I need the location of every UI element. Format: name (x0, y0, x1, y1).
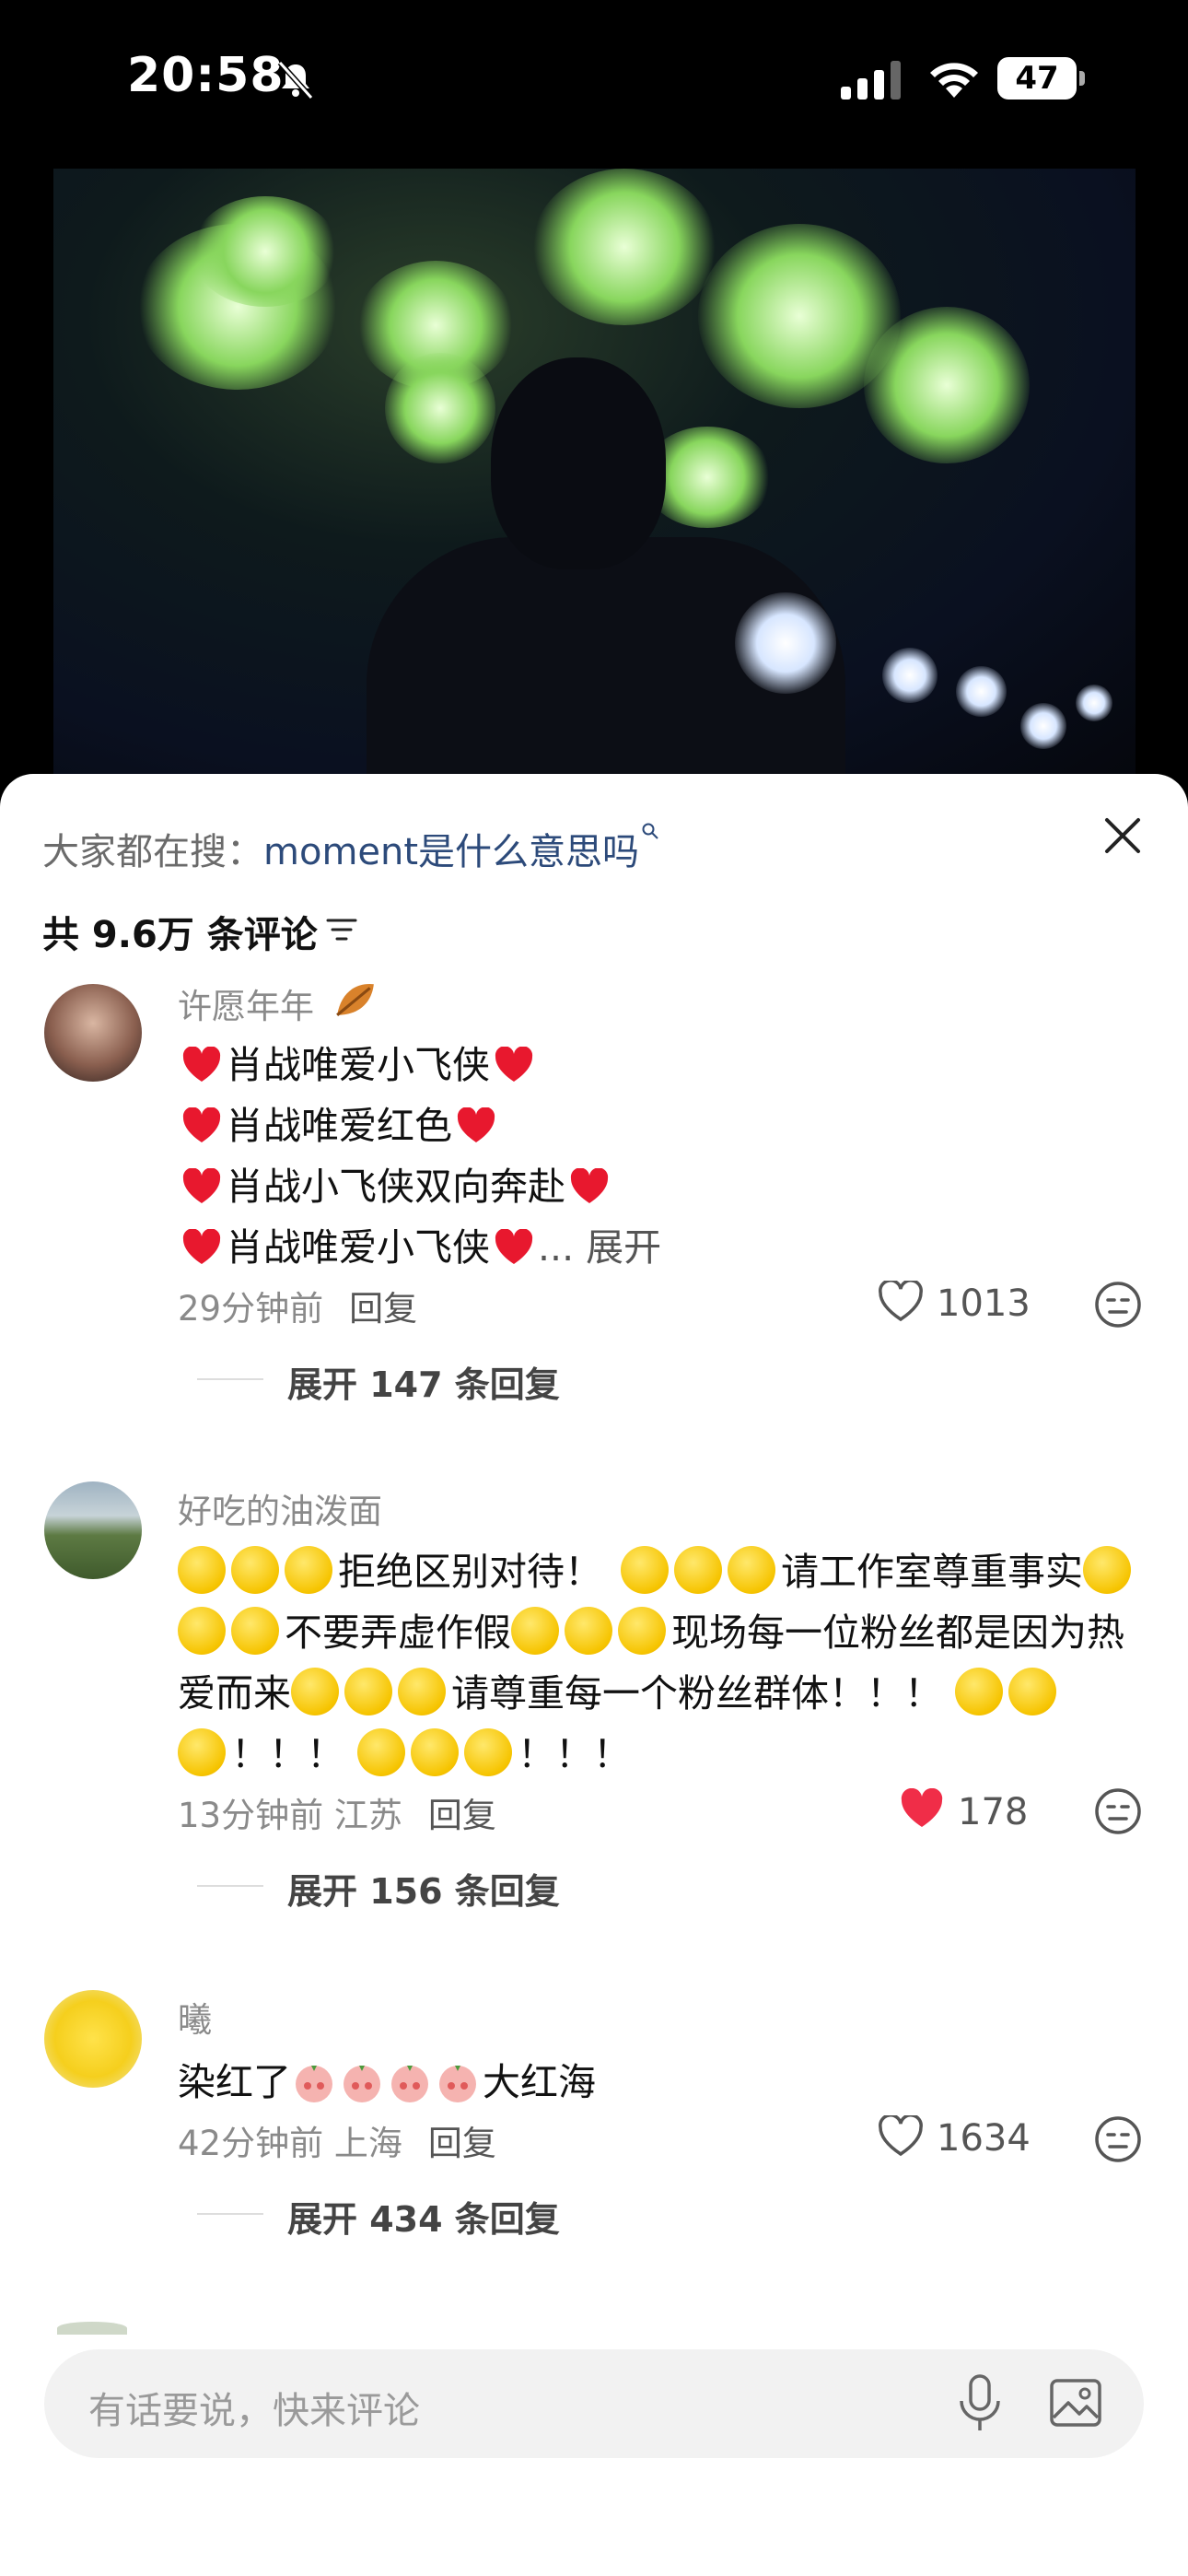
comment-input-placeholder: 有话要说，快来评论 (88, 2390, 420, 2432)
comment-input[interactable]: 有话要说，快来评论 (44, 2349, 1144, 2458)
yellow-circle-emoji-icon (618, 1607, 666, 1655)
dislike-face-icon[interactable] (1094, 1787, 1142, 1835)
avatar[interactable] (44, 984, 142, 1082)
comment-text-line: 拒绝区别对待！ 请工作室尊重事实 (178, 1540, 1136, 1596)
leaf-emoji-icon (336, 984, 374, 1016)
like-heart-icon[interactable] (878, 2115, 924, 2158)
peach-emoji-icon (344, 2066, 380, 2102)
red-heart-emoji-icon (457, 1107, 495, 1142)
yellow-circle-emoji-icon (674, 1546, 722, 1594)
comment-sheet: 大家都在搜：moment是什么意思吗 共 9.6万 条评论 许愿年年 肖战唯爱小… (0, 774, 1188, 2576)
comment-text-line: 肖战唯爱小飞侠 (178, 1034, 538, 1089)
expand-replies-button[interactable]: 展开 156 条回复 (197, 1863, 560, 1914)
comment-text-line: 肖战唯爱小飞侠... 展开 (178, 1216, 661, 1271)
comment-time: 42分钟前 (178, 2124, 324, 2163)
reply-button[interactable]: 回复 (349, 1289, 417, 1329)
like-heart-icon[interactable] (878, 1281, 924, 1323)
red-heart-emoji-icon (495, 1229, 533, 1264)
comment-text-line: 肖战小飞侠双向奔赴 (178, 1155, 613, 1211)
comment-username[interactable]: 曦 (178, 1992, 212, 2042)
comment-text-line: 染红了 大红海 (178, 2060, 596, 2104)
status-bar: 20:58 47 (0, 0, 1188, 166)
yellow-circle-emoji-icon (411, 1728, 459, 1776)
comment-username[interactable]: 许愿年年 (178, 978, 314, 1028)
avatar[interactable] (44, 1481, 142, 1579)
like-count: 1013 (937, 1282, 1031, 1325)
comment-text-line: 爱而来 请尊重每一个粉丝群体！！！ (178, 1662, 1062, 1717)
yellow-circle-emoji-icon (291, 1668, 339, 1715)
dislike-face-icon[interactable] (1094, 1281, 1142, 1329)
red-heart-emoji-icon (182, 1168, 221, 1203)
like-count: 178 (958, 1791, 1029, 1833)
battery-tip (1079, 71, 1085, 86)
yellow-circle-emoji-icon (344, 1668, 392, 1715)
avatar (57, 2322, 127, 2335)
comment-username[interactable]: 好吃的油泼面 (178, 1483, 382, 1533)
red-heart-emoji-icon (182, 1047, 221, 1082)
comment-meta: 29分钟前 回复 (178, 1281, 417, 1330)
battery-level: 47 (997, 57, 1077, 100)
search-suggestion[interactable]: 大家都在搜：moment是什么意思吗 (42, 822, 659, 875)
red-heart-emoji-icon (182, 1229, 221, 1264)
comment-meta: 42分钟前 上海 回复 (178, 2115, 496, 2165)
expand-replies-button[interactable]: 展开 147 条回复 (197, 1356, 560, 1407)
comment-text-line: ！！！！！！ (178, 1723, 631, 1778)
yellow-circle-emoji-icon (955, 1668, 1003, 1715)
peach-emoji-icon (391, 2066, 428, 2102)
yellow-circle-emoji-icon (178, 1607, 226, 1655)
yellow-circle-emoji-icon (1083, 1546, 1131, 1594)
wifi-icon (930, 63, 978, 98)
yellow-circle-emoji-icon (231, 1546, 279, 1594)
microphone-icon[interactable] (956, 2373, 1004, 2434)
expand-text-link[interactable]: ... 展开 (538, 1225, 661, 1270)
yellow-circle-emoji-icon (285, 1546, 332, 1594)
search-keyword[interactable]: moment是什么意思吗 (263, 831, 639, 873)
yellow-circle-emoji-icon (511, 1607, 559, 1655)
comment-location: 上海 (333, 2124, 402, 2163)
peach-emoji-icon (439, 2066, 476, 2102)
status-time: 20:58 (127, 48, 285, 103)
yellow-circle-emoji-icon (1008, 1668, 1056, 1715)
peach-emoji-icon (296, 2066, 332, 2102)
yellow-circle-emoji-icon (728, 1546, 775, 1594)
search-icon (642, 823, 658, 839)
cellular-signal-icon (841, 61, 901, 100)
yellow-circle-emoji-icon (231, 1607, 279, 1655)
comment-meta: 13分钟前 江苏 回复 (178, 1787, 496, 1837)
comment-count: 共 9.6万 条评论 (42, 914, 318, 956)
silent-bell-icon (277, 60, 314, 100)
red-heart-emoji-icon (495, 1047, 533, 1082)
sort-filter-icon[interactable] (326, 916, 357, 943)
dislike-face-icon[interactable] (1094, 2115, 1142, 2163)
image-icon[interactable] (1048, 2375, 1103, 2430)
red-heart-emoji-icon (182, 1107, 221, 1142)
reply-button[interactable]: 回复 (428, 1796, 496, 1835)
like-count: 1634 (937, 2117, 1031, 2160)
comment-location: 江苏 (333, 1796, 402, 1835)
red-heart-emoji-icon (570, 1168, 609, 1203)
liked-heart-icon[interactable] (899, 1788, 945, 1831)
comment-text-line: 肖战唯爱红色 (178, 1095, 500, 1150)
yellow-circle-emoji-icon (621, 1546, 669, 1594)
reply-button[interactable]: 回复 (428, 2124, 496, 2163)
yellow-circle-emoji-icon (178, 1728, 226, 1776)
comment-time: 29分钟前 (178, 1289, 324, 1329)
close-icon[interactable] (1100, 813, 1146, 859)
yellow-circle-emoji-icon (464, 1728, 512, 1776)
yellow-circle-emoji-icon (565, 1607, 612, 1655)
avatar[interactable] (44, 1990, 142, 2088)
expand-replies-button[interactable]: 展开 434 条回复 (197, 2191, 560, 2242)
post-photo[interactable] (53, 169, 1136, 777)
yellow-circle-emoji-icon (178, 1546, 226, 1594)
yellow-circle-emoji-icon (357, 1728, 405, 1776)
search-prefix: 大家都在搜： (42, 831, 263, 873)
comment-text-line: 不要弄虚作假 现场每一位粉丝都是因为热 (178, 1601, 1124, 1657)
comment-time: 13分钟前 (178, 1796, 324, 1835)
yellow-circle-emoji-icon (398, 1668, 446, 1715)
battery-indicator: 47 (997, 57, 1086, 101)
